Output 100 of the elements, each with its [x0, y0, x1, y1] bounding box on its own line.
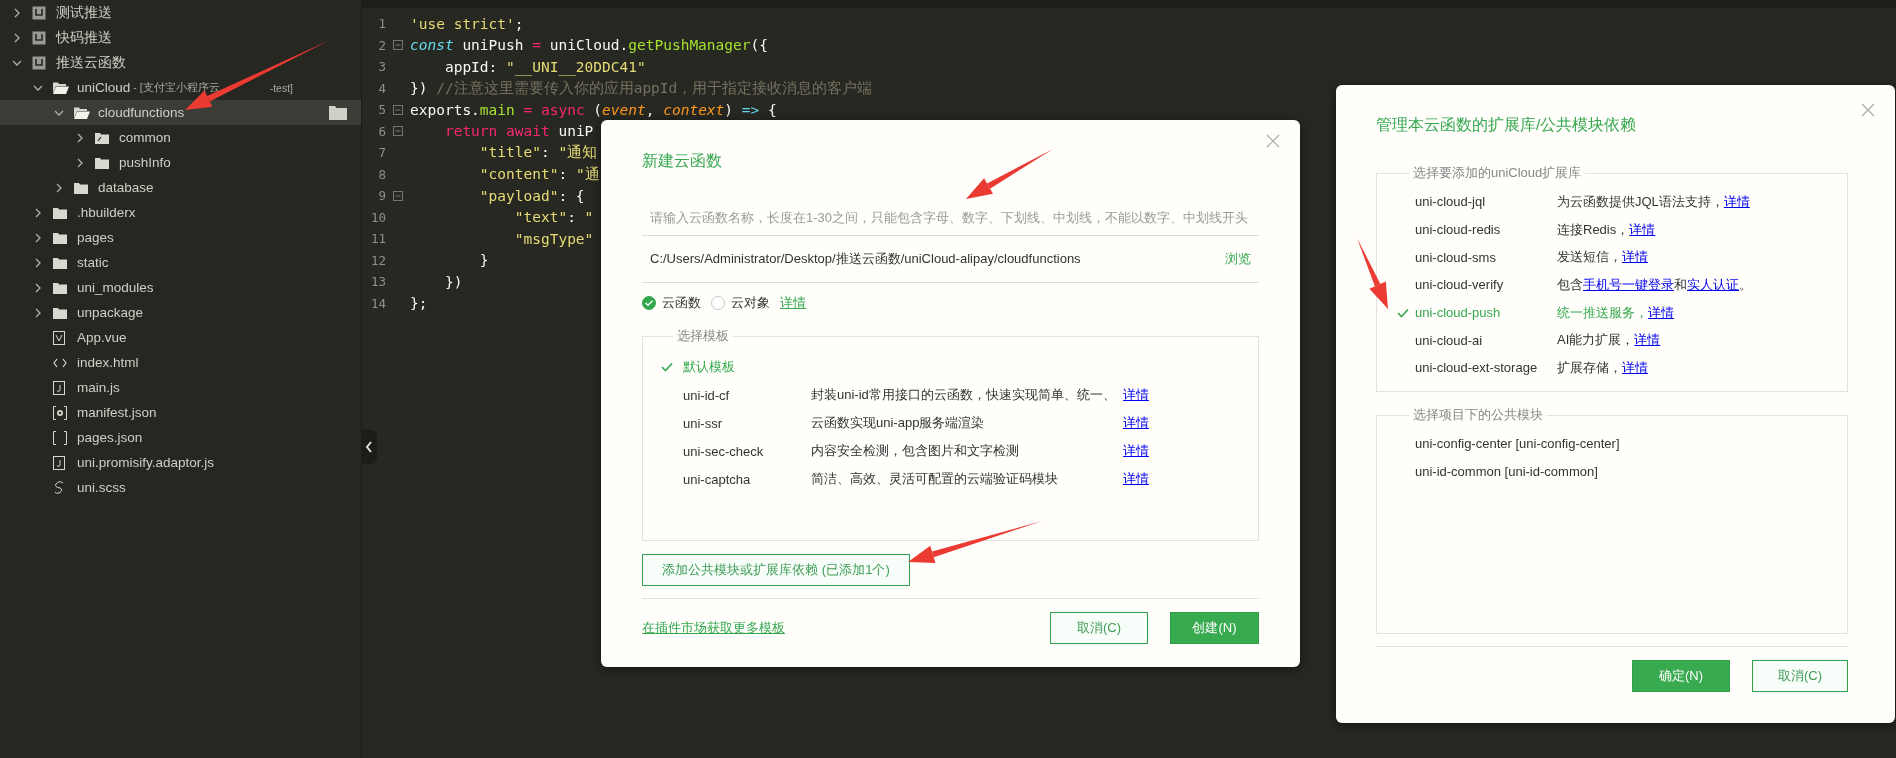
radio-button[interactable] — [711, 296, 725, 310]
tree-item[interactable]: 测试推送 — [0, 0, 361, 25]
extension-name[interactable]: uni-cloud-ext-storage — [1415, 360, 1557, 376]
extension-name[interactable]: uni-cloud-sms — [1415, 249, 1557, 265]
chevron-right-icon[interactable] — [33, 307, 43, 318]
panel-legend: 选择项目下的公共模块 — [1409, 406, 1547, 424]
chevron-right-icon[interactable] — [33, 232, 43, 243]
module-name[interactable]: uni-id-common [uni-id-common] — [1415, 464, 1847, 480]
line-number: 11 — [369, 231, 386, 247]
add-dependency-button[interactable]: 添加公共模块或扩展库依赖 (已添加1个) — [642, 554, 910, 586]
tree-item[interactable]: App.vue — [0, 325, 361, 350]
tree-item-label[interactable]: unpackage — [77, 305, 144, 320]
tree-item[interactable]: 快码推送 — [0, 25, 361, 50]
tree-item[interactable]: database — [0, 175, 361, 200]
tree-item-label[interactable]: .hbuilderx — [77, 205, 136, 220]
extension-name[interactable]: uni-cloud-ai — [1415, 332, 1557, 348]
collapse-button[interactable] — [361, 430, 377, 464]
chevron-left-icon[interactable] — [365, 441, 373, 453]
template-name[interactable]: uni-captcha — [683, 471, 811, 487]
fold-icon[interactable] — [393, 190, 403, 201]
template-name[interactable]: uni-id-cf — [683, 387, 811, 403]
folder-icon — [53, 306, 67, 319]
tree-item-label[interactable]: 快码推送 — [56, 28, 112, 47]
details-link[interactable]: 详情 — [1622, 359, 1648, 375]
radio-button[interactable] — [642, 296, 656, 310]
details-link[interactable]: 详情 — [1123, 470, 1258, 488]
cancel-button[interactable]: 取消(C) — [1752, 660, 1848, 692]
chevron-right-icon[interactable] — [54, 182, 64, 193]
name-input-field[interactable]: 请输入云函数名称，长度在1-30之间，只能包含字母、数字、下划线、中划线，不能以数字、中划线开头 — [642, 199, 1259, 236]
extension-name[interactable]: uni-cloud-verify — [1415, 277, 1557, 293]
tree-item-label[interactable]: index.html — [77, 355, 139, 370]
tree-item-label[interactable]: uniCloud — [77, 80, 131, 95]
details-link[interactable]: 实人认证 — [1687, 276, 1739, 292]
line-number: 2 — [377, 37, 386, 53]
tree-item[interactable]: static — [0, 250, 361, 275]
tree-item[interactable]: common — [0, 125, 361, 150]
tree-item-label[interactable]: static — [77, 255, 109, 270]
radio-label[interactable]: 云函数 — [662, 294, 701, 312]
tree-item[interactable]: uni_modules — [0, 275, 361, 300]
details-link[interactable]: 详情 — [1723, 193, 1750, 209]
open-folder-icon — [53, 81, 69, 94]
tree-item[interactable]: 推送云函数 — [0, 50, 361, 75]
tree-item[interactable]: index.html — [0, 350, 361, 375]
line-number: 13 — [369, 274, 386, 290]
tree-item[interactable]: main.js — [0, 375, 361, 400]
tree-item-label[interactable]: 测试推送 — [56, 3, 112, 22]
tree-item-label[interactable]: 推送云函数 — [56, 53, 126, 72]
template-name[interactable]: uni-ssr — [683, 415, 811, 431]
tree-item[interactable]: uni.scss — [0, 475, 361, 500]
details-link[interactable]: 详情 — [1622, 249, 1648, 265]
details-link[interactable]: 详情 — [1123, 386, 1258, 404]
chevron-right-icon[interactable] — [33, 207, 43, 218]
tree-item-label[interactable]: pushInfo — [119, 155, 171, 170]
tree-item-label[interactable]: pages — [77, 230, 114, 245]
chevron-right-icon[interactable] — [33, 257, 43, 268]
tree-item-label[interactable]: uni.scss — [77, 480, 126, 495]
tree-item-label[interactable]: uni_modules — [77, 280, 154, 295]
tree-item[interactable]: uni.promisify.adaptor.js — [0, 450, 361, 475]
tree-item[interactable]: uniCloud - [支付宝小程序云 -test] — [0, 75, 361, 100]
folder-icon[interactable] — [329, 105, 347, 120]
tree-item[interactable]: pages.json — [0, 425, 361, 450]
cancel-button[interactable]: 取消(C) — [1050, 612, 1148, 644]
extension-name[interactable]: uni-cloud-redis — [1415, 222, 1557, 238]
tree-item[interactable]: pages — [0, 225, 361, 250]
details-link[interactable]: 详情 — [1634, 332, 1661, 348]
chevron-right-icon[interactable] — [75, 157, 85, 168]
fold-icon[interactable] — [393, 126, 403, 137]
project-icon — [32, 30, 46, 45]
details-link[interactable]: 详情 — [1123, 414, 1258, 432]
module-name[interactable]: uni-config-center [uni-config-center] — [1415, 436, 1847, 452]
radio-label[interactable]: 云对象 — [731, 294, 770, 312]
tree-item-label[interactable]: main.js — [77, 380, 120, 395]
tree-item[interactable]: .hbuilderx — [0, 200, 361, 225]
details-link[interactable]: 详情 — [1648, 304, 1674, 320]
details-link[interactable]: 详情 — [1123, 442, 1258, 460]
tree-item-label[interactable]: cloudfunctions — [98, 105, 185, 120]
check-icon — [1397, 307, 1409, 318]
tree-item[interactable]: cloudfunctions — [0, 100, 361, 125]
tree-item-label[interactable]: manifest.json — [77, 405, 157, 420]
details-link[interactable]: 详情 — [1629, 221, 1656, 237]
fold-icon[interactable] — [393, 40, 403, 51]
tree-item[interactable]: unpackage — [0, 300, 361, 325]
extension-name[interactable]: uni-cloud-jql — [1415, 194, 1557, 210]
chevron-right-icon[interactable] — [12, 7, 22, 18]
tree-item-label[interactable]: common — [119, 130, 171, 145]
template-name[interactable]: uni-sec-check — [683, 443, 811, 459]
chevron-right-icon[interactable] — [12, 32, 22, 43]
tree-item[interactable]: manifest.json — [0, 400, 361, 425]
path-field[interactable]: C:/Users/Administrator/Desktop/推送云函数/uniCloud-alipay/cloudfunctions 浏览 — [642, 236, 1259, 283]
fold-icon[interactable] — [393, 104, 403, 115]
line-number: 3 — [377, 59, 386, 75]
tree-item-label[interactable]: uni.promisify.adaptor.js — [77, 455, 215, 470]
tree-item[interactable]: pushInfo — [0, 150, 361, 175]
tree-item-label[interactable]: App.vue — [77, 330, 127, 345]
chevron-right-icon[interactable] — [75, 132, 85, 143]
tree-item-label[interactable]: pages.json — [77, 430, 143, 445]
details-link[interactable]: 手机号一键登录 — [1583, 276, 1674, 292]
chevron-right-icon[interactable] — [33, 282, 43, 293]
folder-icon — [53, 256, 67, 269]
tree-item-label[interactable]: database — [98, 180, 154, 195]
